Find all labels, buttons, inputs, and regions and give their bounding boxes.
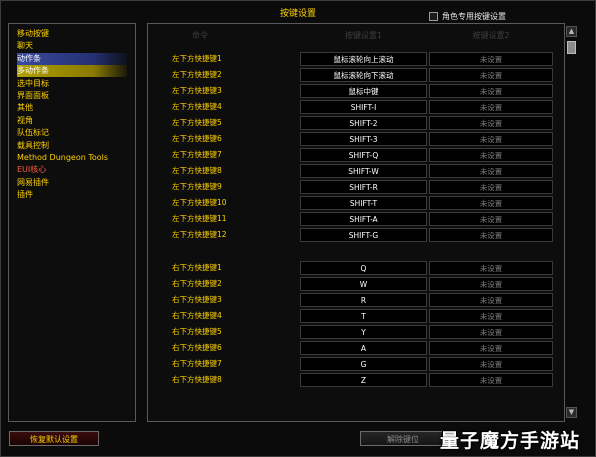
- category-item[interactable]: 网易插件: [17, 177, 127, 189]
- category-item[interactable]: 载具控制: [17, 140, 127, 152]
- binding-command-label: 左下方快捷键12: [172, 230, 227, 239]
- key2-binding-button[interactable]: 未设置: [429, 357, 553, 371]
- key2-binding-button[interactable]: 未设置: [429, 116, 553, 130]
- category-item[interactable]: 聊天: [17, 40, 127, 52]
- key2-binding-button[interactable]: 未设置: [429, 261, 553, 275]
- watermark-text: 量子魔方手游站: [440, 430, 581, 452]
- binding-command-label: 左下方快捷键7: [172, 150, 222, 159]
- character-specific-checkbox[interactable]: 角色专用按键设置: [429, 11, 506, 22]
- key2-binding-button[interactable]: 未设置: [429, 164, 553, 178]
- binding-command-label: 左下方快捷键3: [172, 86, 222, 95]
- binding-command-label: 右下方快捷键7: [172, 359, 222, 368]
- category-item[interactable]: 多动作条: [17, 65, 127, 78]
- scroll-thumb[interactable]: [567, 41, 576, 54]
- key1-binding-button[interactable]: R: [300, 293, 427, 307]
- category-item[interactable]: 移动按键: [17, 28, 127, 40]
- binding-command-label: 右下方快捷键2: [172, 279, 222, 288]
- key1-binding-button[interactable]: SHIFT-2: [300, 116, 427, 130]
- key2-binding-button[interactable]: 未设置: [429, 325, 553, 339]
- key1-binding-button[interactable]: SHIFT-3: [300, 132, 427, 146]
- key1-binding-button[interactable]: SHIFT-W: [300, 164, 427, 178]
- window-title: 按键设置: [279, 9, 316, 19]
- key1-binding-button[interactable]: G: [300, 357, 427, 371]
- binding-command-label: 左下方快捷键2: [172, 70, 222, 79]
- category-item[interactable]: EUI核心: [17, 164, 127, 176]
- key2-binding-button[interactable]: 未设置: [429, 180, 553, 194]
- chevron-down-icon[interactable]: ▼: [566, 407, 577, 418]
- category-item[interactable]: 选中目标: [17, 78, 127, 90]
- binding-command-label: 左下方快捷键9: [172, 182, 222, 191]
- key2-binding-button[interactable]: 未设置: [429, 341, 553, 355]
- key2-binding-button[interactable]: 未设置: [429, 100, 553, 114]
- key1-binding-button[interactable]: SHIFT-G: [300, 228, 427, 242]
- key2-binding-button[interactable]: 未设置: [429, 309, 553, 323]
- binding-command-label: 右下方快捷键1: [172, 263, 222, 272]
- key1-binding-button[interactable]: Z: [300, 373, 427, 387]
- key1-binding-button[interactable]: Y: [300, 325, 427, 339]
- binding-command-label: 左下方快捷键4: [172, 102, 222, 111]
- unbind-button[interactable]: 解除键位: [360, 431, 446, 446]
- key1-binding-button[interactable]: T: [300, 309, 427, 323]
- key2-binding-button[interactable]: 未设置: [429, 84, 553, 98]
- binding-command-label: 右下方快捷键3: [172, 295, 222, 304]
- category-item[interactable]: 其他: [17, 102, 127, 114]
- key2-binding-button[interactable]: 未设置: [429, 228, 553, 242]
- key1-binding-button[interactable]: 鼠标滚轮向下滚动: [300, 68, 427, 82]
- key2-binding-button[interactable]: 未设置: [429, 373, 553, 387]
- character-specific-label: 角色专用按键设置: [442, 12, 506, 21]
- chevron-up-icon[interactable]: ▲: [566, 26, 577, 37]
- category-item[interactable]: 队伍标记: [17, 127, 127, 139]
- column-header-key2: 按键设置2: [472, 31, 510, 40]
- key1-binding-button[interactable]: 鼠标滚轮向上滚动: [300, 52, 427, 66]
- category-item[interactable]: 视角: [17, 115, 127, 127]
- binding-command-label: 左下方快捷键6: [172, 134, 222, 143]
- binding-command-label: 左下方快捷键8: [172, 166, 222, 175]
- category-item[interactable]: Method Dungeon Tools: [17, 152, 127, 164]
- binding-command-label: 右下方快捷键5: [172, 327, 222, 336]
- key1-binding-button[interactable]: SHIFT-Q: [300, 148, 427, 162]
- binding-command-label: 右下方快捷键6: [172, 343, 222, 352]
- category-item[interactable]: 界面面板: [17, 90, 127, 102]
- key2-binding-button[interactable]: 未设置: [429, 52, 553, 66]
- key2-binding-button[interactable]: 未设置: [429, 196, 553, 210]
- key1-binding-button[interactable]: SHIFT-I: [300, 100, 427, 114]
- binding-command-label: 左下方快捷键5: [172, 118, 222, 127]
- key1-binding-button[interactable]: SHIFT-T: [300, 196, 427, 210]
- binding-command-label: 左下方快捷键11: [172, 214, 227, 223]
- key1-binding-button[interactable]: W: [300, 277, 427, 291]
- category-item[interactable]: 插件: [17, 189, 127, 201]
- binding-command-label: 左下方快捷键10: [172, 198, 227, 207]
- key2-binding-button[interactable]: 未设置: [429, 148, 553, 162]
- key2-binding-button[interactable]: 未设置: [429, 293, 553, 307]
- column-header-command: 命令: [192, 31, 208, 40]
- key1-binding-button[interactable]: SHIFT-R: [300, 180, 427, 194]
- binding-command-label: 右下方快捷键8: [172, 375, 222, 384]
- reset-defaults-button[interactable]: 恢复默认设置: [9, 431, 99, 446]
- column-header-key1: 按键设置1: [344, 31, 383, 40]
- bindings-scrollbar[interactable]: ▲ ▼: [566, 26, 577, 419]
- key1-binding-button[interactable]: Q: [300, 261, 427, 275]
- binding-command-label: 右下方快捷键4: [172, 311, 222, 320]
- key2-binding-button[interactable]: 未设置: [429, 212, 553, 226]
- key1-binding-button[interactable]: SHIFT-A: [300, 212, 427, 226]
- key2-binding-button[interactable]: 未设置: [429, 132, 553, 146]
- key1-binding-button[interactable]: A: [300, 341, 427, 355]
- checkbox-box[interactable]: [429, 12, 438, 21]
- key1-binding-button[interactable]: 鼠标中键: [300, 84, 427, 98]
- binding-command-label: 左下方快捷键1: [172, 54, 222, 63]
- key2-binding-button[interactable]: 未设置: [429, 68, 553, 82]
- key2-binding-button[interactable]: 未设置: [429, 277, 553, 291]
- category-item[interactable]: 动作条: [17, 52, 127, 65]
